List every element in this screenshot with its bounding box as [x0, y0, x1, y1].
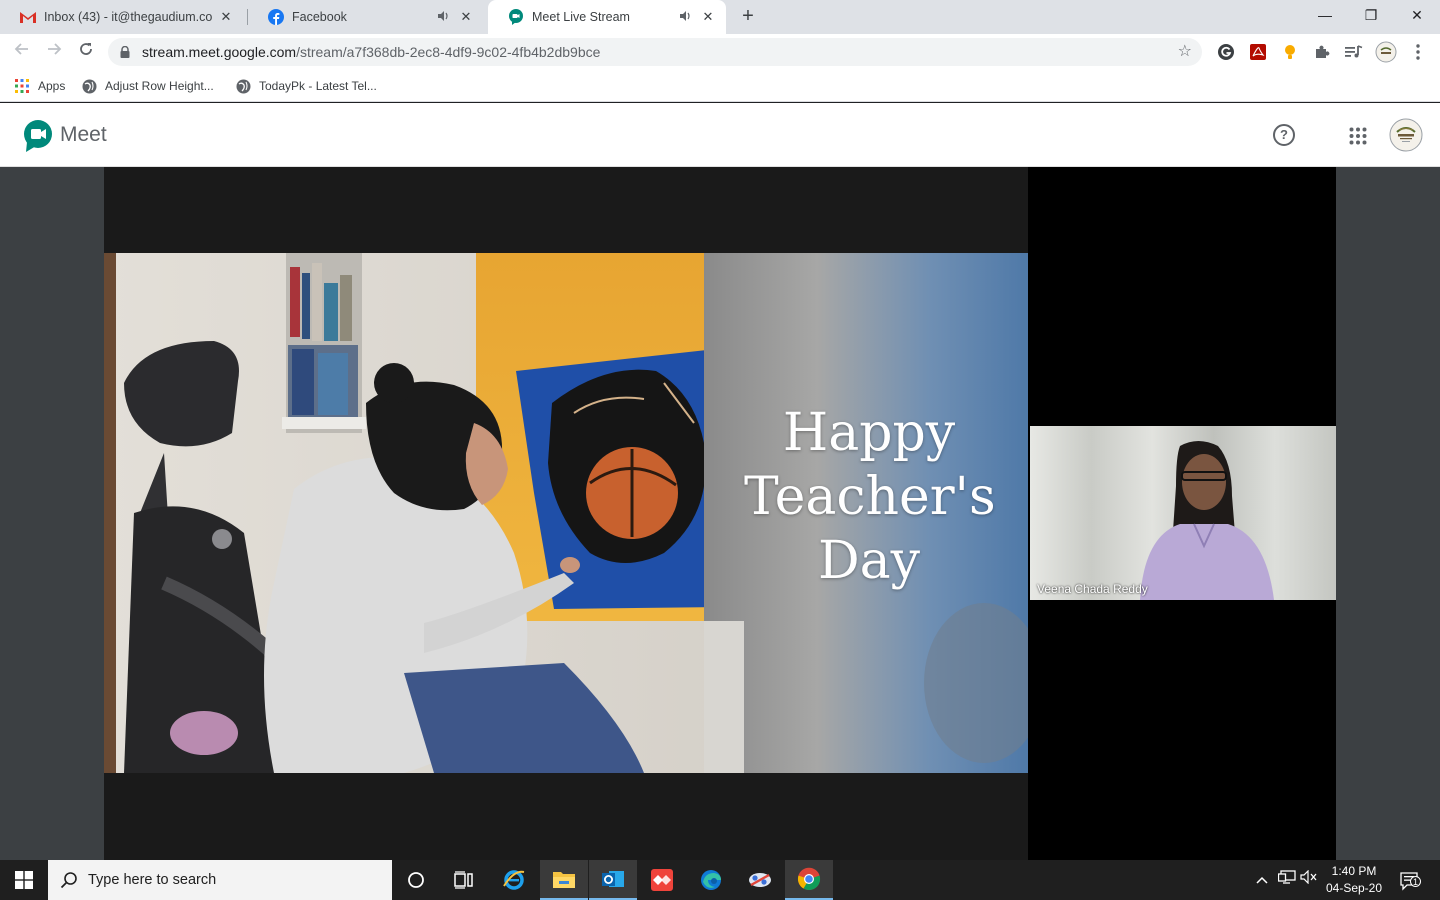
edge-icon[interactable]	[687, 860, 735, 900]
lock-icon[interactable]	[120, 45, 130, 58]
bookmark-adjust-row-height[interactable]: Adjust Row Height...	[81, 76, 214, 96]
acrobat-extension-icon[interactable]	[1247, 41, 1269, 63]
globe-icon	[235, 78, 251, 94]
tab-title: Meet Live Stream	[532, 10, 630, 24]
bookmark-star-icon[interactable]: ☆	[1178, 38, 1192, 66]
windows-taskbar: Type here to search 1:40 PM 04-Sep-20 1	[0, 860, 1440, 900]
meet-header: Meet ?	[0, 103, 1440, 167]
profile-avatar-icon[interactable]	[1375, 41, 1397, 63]
chrome-menu-icon[interactable]	[1407, 41, 1429, 63]
apps-grid-icon	[14, 78, 30, 94]
meet-icon	[508, 9, 524, 25]
address-bar[interactable]: stream.meet.google.com/stream/a7f368db-2…	[108, 38, 1202, 66]
tab-close-icon[interactable]: ✕	[700, 9, 716, 25]
taskbar-search-input[interactable]: Type here to search	[48, 860, 392, 900]
stream-video-frame: Happy Teacher's Day	[104, 253, 1028, 773]
url-host: stream.meet.google.com	[142, 44, 297, 60]
live-stream-player[interactable]: Happy Teacher's Day	[104, 167, 1028, 860]
outlook-icon[interactable]	[589, 860, 637, 900]
chrome-taskbar-icon[interactable]	[785, 860, 833, 900]
reload-icon[interactable]	[73, 39, 99, 65]
meet-app-name[interactable]: Meet	[60, 121, 107, 149]
url-path: /stream/a7f368db-2ec8-4df9-9c02-4fb4b2db…	[296, 44, 601, 60]
restore-button[interactable]: ❐	[1348, 0, 1394, 30]
tab-title: Facebook	[292, 10, 347, 24]
meet-logo-icon[interactable]	[23, 120, 53, 152]
file-explorer-icon[interactable]	[540, 860, 588, 900]
clock-time: 1:40 PM	[1331, 864, 1377, 878]
back-arrow-icon[interactable]	[9, 39, 35, 65]
participant-video-graphic	[1030, 426, 1336, 600]
url-text[interactable]: stream.meet.google.com/stream/a7f368db-2…	[142, 38, 600, 66]
tray-overflow-icon[interactable]	[1252, 860, 1272, 900]
notification-center-icon[interactable]: 1	[1394, 860, 1424, 900]
system-clock[interactable]: 1:40 PM 04-Sep-20	[1318, 863, 1390, 897]
bookmark-label: TodayPk - Latest Tel...	[259, 79, 377, 93]
clock-date: 04-Sep-20	[1325, 881, 1383, 895]
minimize-button[interactable]: —	[1302, 0, 1348, 30]
participant-tile[interactable]: Veena Chada Reddy	[1030, 426, 1336, 600]
internet-explorer-icon[interactable]	[490, 860, 538, 900]
notification-count: 1	[1410, 876, 1421, 887]
overlay-line: Day	[817, 531, 921, 591]
browser-toolbar: stream.meet.google.com/stream/a7f368db-2…	[0, 34, 1440, 70]
network-icon[interactable]	[1276, 860, 1298, 900]
search-placeholder: Type here to search	[88, 872, 217, 888]
tab-meet-live-stream[interactable]: Meet Live Stream ✕	[488, 0, 726, 34]
puzzle-extensions-icon[interactable]	[1311, 41, 1333, 63]
speaker-icon[interactable]	[436, 10, 452, 24]
bookmarks-bar: Apps Adjust Row Height... TodayPk - Late…	[0, 70, 1440, 102]
google-apps-icon[interactable]	[1349, 127, 1367, 145]
cortana-icon[interactable]	[392, 860, 440, 900]
browser-tab-strip: Inbox (43) - it@thegaudium.com ✕ Faceboo…	[0, 0, 1440, 34]
facebook-icon	[268, 9, 284, 25]
volume-muted-icon[interactable]	[1298, 860, 1320, 900]
participant-name: Veena Chada Reddy	[1037, 582, 1148, 596]
anydesk-icon[interactable]	[638, 860, 686, 900]
media-queue-icon[interactable]	[1343, 41, 1365, 63]
teachers-day-overlay: Happy Teacher's Day	[744, 401, 996, 593]
tab-close-icon[interactable]: ✕	[218, 9, 234, 25]
forward-arrow-icon[interactable]	[41, 39, 67, 65]
windows-start-icon[interactable]	[0, 860, 48, 900]
tab-close-icon[interactable]: ✕	[458, 9, 474, 25]
help-icon[interactable]: ?	[1273, 124, 1295, 146]
overlay-line: Happy	[782, 403, 956, 463]
speaker-icon[interactable]	[678, 10, 694, 24]
account-avatar[interactable]	[1389, 118, 1423, 157]
bookmark-label: Adjust Row Height...	[105, 79, 214, 93]
close-window-button[interactable]: ✕	[1394, 0, 1440, 30]
bookmark-apps[interactable]: Apps	[14, 76, 65, 96]
search-icon	[60, 871, 78, 889]
bulb-extension-icon[interactable]	[1279, 41, 1301, 63]
globe-icon	[81, 78, 97, 94]
gmail-icon	[20, 9, 36, 25]
tab-facebook[interactable]: Facebook ✕	[248, 0, 484, 34]
tab-gmail[interactable]: Inbox (43) - it@thegaudium.com ✕	[0, 0, 244, 34]
overlay-line: Teacher's	[744, 467, 996, 527]
task-view-icon[interactable]	[440, 860, 488, 900]
new-tab-button[interactable]: +	[736, 5, 760, 29]
stream-stage: Happy Teacher's Day Veena Chada Reddy	[0, 167, 1440, 860]
bookmark-todaypk[interactable]: TodayPk - Latest Tel...	[235, 76, 377, 96]
bookmark-label: Apps	[38, 79, 66, 93]
grammarly-extension-icon[interactable]	[1215, 41, 1237, 63]
participant-column: Veena Chada Reddy	[1028, 167, 1336, 860]
tab-title: Inbox (43) - it@thegaudium.com	[44, 10, 212, 24]
snipping-tool-icon[interactable]	[736, 860, 784, 900]
